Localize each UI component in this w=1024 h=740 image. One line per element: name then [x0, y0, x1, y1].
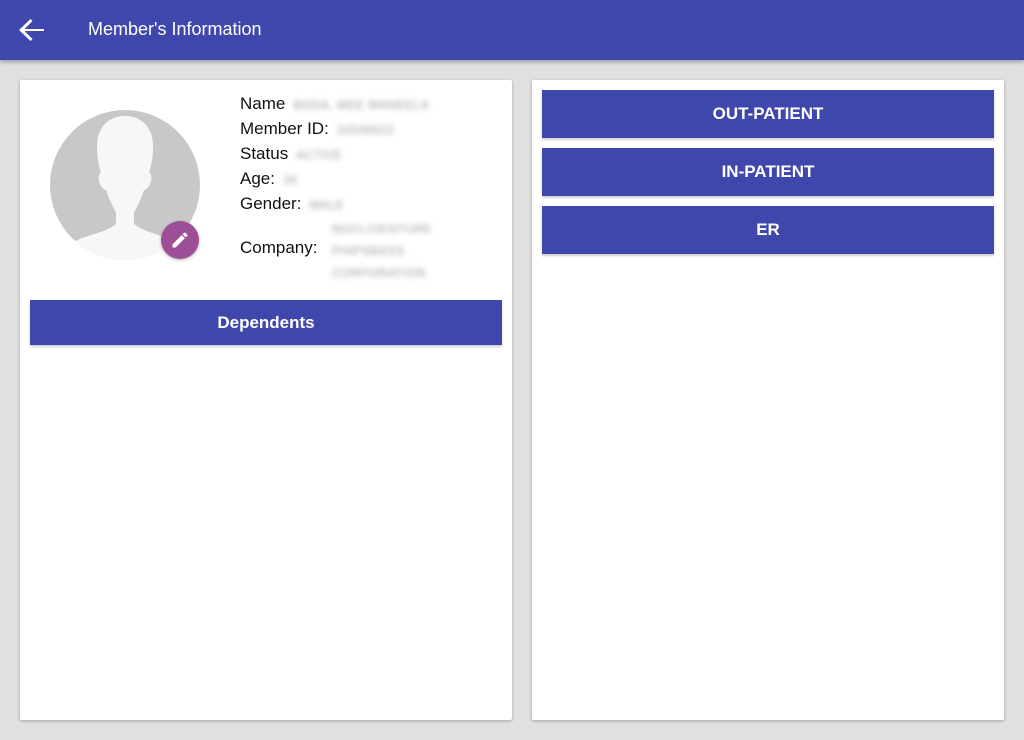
company-line: NGCLIVENTURE — [332, 222, 433, 236]
age-label: Age: — [240, 169, 275, 188]
status-row: Status ACTIVE — [240, 143, 343, 166]
arrow-left-icon — [19, 19, 44, 41]
member-id-row: Member ID: 32506622 — [240, 118, 394, 141]
member-id-label: Member ID: — [240, 119, 329, 138]
name-label: Name — [240, 94, 286, 113]
age-row: Age: 26 — [240, 168, 297, 191]
company-line: CORPORATION — [332, 266, 426, 280]
visit-type-card: OUT-PATIENT IN-PATIENT ER — [532, 80, 1004, 720]
member-id-value: 32506622 — [336, 122, 395, 137]
back-button[interactable] — [14, 12, 50, 48]
member-card: Name BODA, MEE MANEELA Member ID: 32506622… — [20, 80, 512, 720]
gender-label: Gender: — [240, 194, 302, 213]
status-label: Status — [240, 144, 289, 163]
company-label: Company: — [240, 238, 318, 257]
page-title: Member's Information — [88, 19, 262, 39]
age-value: 26 — [282, 172, 298, 187]
gender-row: Gender: MALE — [240, 193, 344, 216]
company-line: PHIPSBASS — [332, 244, 405, 258]
status-value: ACTIVE — [296, 147, 343, 162]
app-bar: Member's Information — [0, 0, 1024, 60]
gender-value: MALE — [309, 197, 345, 212]
name-row: Name BODA, MEE MANEELA — [240, 93, 429, 116]
pencil-icon — [172, 232, 188, 248]
edit-photo-button[interactable] — [161, 221, 199, 259]
out-patient-button[interactable]: OUT-PATIENT — [542, 90, 994, 138]
name-value: BODA, MEE MANEELA — [293, 97, 430, 112]
company-value: NGCLIVENTURE PHIPSBASS CORPORATION — [332, 218, 472, 284]
in-patient-button[interactable]: IN-PATIENT — [542, 148, 994, 196]
er-button[interactable]: ER — [542, 206, 994, 254]
dependents-button[interactable]: Dependents — [30, 300, 502, 345]
